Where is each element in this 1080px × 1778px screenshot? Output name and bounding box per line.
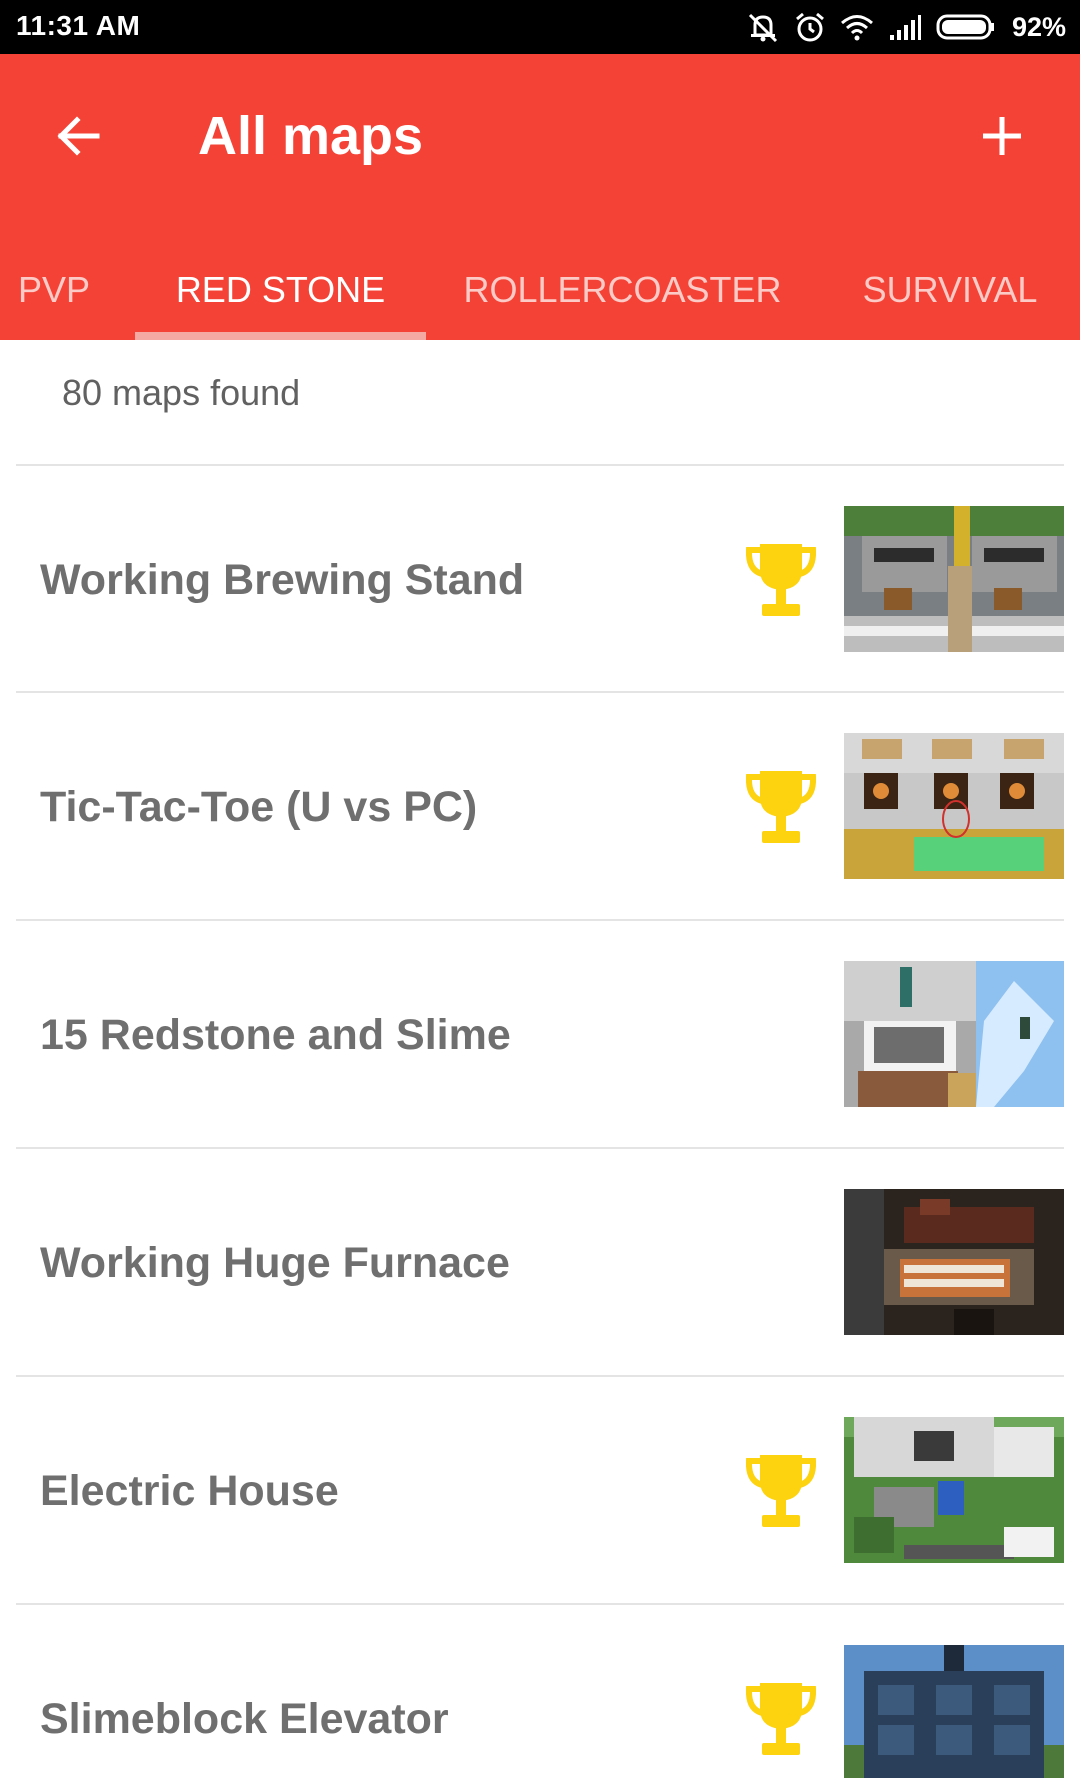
list-item-map[interactable]: Working Brewing Stand	[0, 466, 1080, 694]
list-item-map[interactable]: Slimeblock Elevator	[0, 1605, 1080, 1778]
page-title: All maps	[198, 106, 424, 166]
map-title: Electric House	[40, 1467, 339, 1515]
battery-icon	[936, 13, 996, 41]
list-item-map[interactable]: 15 Redstone and Slime	[0, 921, 1080, 1149]
redstone-slime-thumbnail	[844, 961, 1064, 1107]
list-item-map[interactable]: Electric House	[0, 1377, 1080, 1605]
plus-icon	[983, 117, 1021, 155]
map-title: 15 Redstone and Slime	[40, 1011, 511, 1059]
muted-bell-icon	[746, 11, 780, 43]
add-map-button[interactable]	[964, 98, 1040, 174]
wifi-icon	[840, 13, 874, 41]
alarm-icon	[794, 11, 826, 43]
trophy-icon	[746, 544, 816, 616]
trophy-icon	[746, 1455, 816, 1527]
map-title: Slimeblock Elevator	[40, 1695, 449, 1743]
status-time: 11:31 AM	[16, 10, 141, 41]
brewing-stand-thumbnail	[844, 506, 1064, 652]
arrow-left-icon	[57, 116, 100, 156]
signal-icon	[888, 13, 922, 41]
trophy-icon	[746, 771, 816, 843]
electric-house-thumbnail	[844, 1417, 1064, 1563]
tab-pvp[interactable]: PVP	[0, 250, 110, 340]
map-title: Tic-Tac-Toe (U vs PC)	[40, 783, 478, 831]
active-tab-indicator	[135, 332, 426, 340]
status-bar: 11:31 AM 92%	[0, 0, 1080, 54]
results-count: 80 maps found	[62, 372, 301, 413]
trophy-icon	[746, 1683, 816, 1755]
list-item-map[interactable]: Tic-Tac-Toe (U vs PC)	[0, 693, 1080, 921]
tic-tac-toe-thumbnail	[844, 733, 1064, 879]
battery-percent: 92%	[1011, 11, 1066, 42]
tab-red-stone[interactable]: RED STONE	[135, 250, 426, 340]
tab-rollercoaster[interactable]: ROLLERCOASTER	[450, 250, 795, 340]
list-item-map[interactable]: Working Huge Furnace	[0, 1149, 1080, 1377]
map-title: Working Huge Furnace	[40, 1239, 510, 1287]
huge-furnace-thumbnail	[844, 1189, 1064, 1335]
app-bar: All maps PVP RED STONE ROLLERCOASTER SUR…	[0, 54, 1080, 340]
back-button[interactable]	[40, 98, 116, 174]
slimeblock-elevator-thumbnail	[844, 1645, 1064, 1778]
status-icons: 92%	[746, 8, 1066, 46]
map-title: Working Brewing Stand	[40, 556, 525, 604]
tab-survival[interactable]: SURVIVAL	[840, 250, 1060, 340]
category-tabs: PVP RED STONE ROLLERCOASTER SURVIVAL	[0, 250, 1080, 340]
